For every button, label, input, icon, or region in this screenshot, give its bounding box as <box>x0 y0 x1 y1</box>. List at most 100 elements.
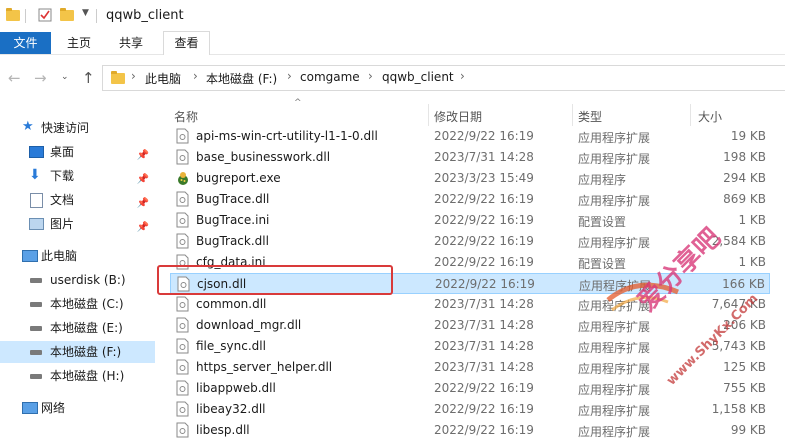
dll-icon <box>176 401 189 417</box>
tab-home[interactable]: 主页 <box>60 32 98 54</box>
sidebar-item-label: 下载 <box>50 169 75 183</box>
file-size: 99 KB <box>730 423 766 437</box>
pin-icon[interactable]: 📌 <box>137 145 149 167</box>
table-row[interactable]: bugreport.exe 2023/3/23 15:49 应用程序 294 KB <box>170 168 770 189</box>
file-name: libappweb.dll <box>196 381 276 395</box>
table-row[interactable]: api-ms-win-crt-utility-l1-1-0.dll 2022/9/… <box>170 126 770 147</box>
file-size: 19 KB <box>730 129 766 143</box>
sidebar-item-quick-access[interactable]: ★ 快速访问 <box>0 117 155 139</box>
table-row[interactable]: libappweb.dll 2022/9/22 16:19 应用程序扩展 755 KB <box>170 378 770 399</box>
breadcrumb-drive-f[interactable]: 本地磁盘 (F:) <box>206 70 277 87</box>
table-row[interactable]: cjson.dll 2022/9/22 16:19 应用程序扩展 166 KB <box>170 273 770 294</box>
file-date: 2022/9/22 16:19 <box>434 381 534 395</box>
sidebar-item-desktop[interactable]: 桌面 📌 <box>0 141 155 163</box>
sidebar-item-drive-h[interactable]: 本地磁盘 (H:) <box>0 365 155 387</box>
table-row[interactable]: cfg_data.ini 2022/9/22 16:19 配置设置 1 KB <box>170 252 770 273</box>
pin-icon[interactable]: 📌 <box>137 217 149 239</box>
column-divider[interactable] <box>690 104 691 126</box>
file-type: 应用程序扩展 <box>578 236 651 250</box>
tab-share[interactable]: 共享 <box>112 32 150 54</box>
tab-file[interactable]: 文件 <box>0 32 51 54</box>
sidebar-item-drive-c[interactable]: 本地磁盘 (C:) <box>0 293 155 315</box>
file-name: common.dll <box>196 297 267 311</box>
table-row[interactable]: BugTrace.ini 2022/9/22 16:19 配置设置 1 KB <box>170 210 770 231</box>
drive-icon <box>30 374 42 379</box>
new-folder-icon[interactable] <box>60 8 74 21</box>
address-bar[interactable]: › 此电脑 › 本地磁盘 (F:) › comgame › qqwb_clien… <box>102 65 785 91</box>
file-type: 配置设置 <box>578 257 627 271</box>
file-name: BugTrace.ini <box>196 213 270 227</box>
sort-ascending-icon: ^ <box>294 98 302 108</box>
breadcrumb-comgame[interactable]: comgame <box>300 70 360 84</box>
file-type: 应用程序 <box>578 173 627 187</box>
breadcrumb-chevron-icon[interactable]: › <box>287 69 292 83</box>
table-row[interactable]: file_sync.dll 2023/7/31 14:28 应用程序扩展 5,743 … <box>170 336 770 357</box>
sidebar-item-drive-b[interactable]: userdisk (B:) <box>0 269 155 291</box>
file-name: bugreport.exe <box>196 171 281 185</box>
customize-toolbar-icon[interactable]: ▼ <box>82 8 89 24</box>
drive-icon <box>30 278 42 283</box>
file-name: download_mgr.dll <box>196 318 302 332</box>
column-header-date[interactable]: 修改日期 <box>434 108 482 125</box>
column-header-name[interactable]: 名称 <box>174 108 198 125</box>
file-size: 1,158 KB <box>711 402 766 416</box>
table-row[interactable]: https_server_helper.dll 2023/7/31 14:28 应用… <box>170 357 770 378</box>
drive-icon <box>30 350 42 355</box>
sidebar-item-documents[interactable]: 文档 📌 <box>0 189 155 211</box>
file-name: cjson.dll <box>197 277 247 291</box>
properties-icon[interactable] <box>38 8 52 22</box>
sidebar-item-label: 桌面 <box>50 145 75 159</box>
sidebar-item-downloads[interactable]: ⬇ 下载 📌 <box>0 165 155 187</box>
sidebar-item-label: 本地磁盘 (H:) <box>50 369 125 383</box>
table-row[interactable]: base_businesswork.dll 2023/7/31 14:28 应用程序… <box>170 147 770 168</box>
sidebar-item-this-pc[interactable]: 此电脑 <box>0 245 155 267</box>
table-row[interactable]: BugTrace.dll 2022/9/22 16:19 应用程序扩展 869 KB <box>170 189 770 210</box>
file-date: 2022/9/22 16:19 <box>434 213 534 227</box>
file-date: 2023/7/31 14:28 <box>434 150 534 164</box>
table-row[interactable]: download_mgr.dll 2023/7/31 14:28 应用程序扩展 206… <box>170 315 770 336</box>
column-divider[interactable] <box>428 104 429 126</box>
dll-icon <box>176 233 189 249</box>
file-size: 294 KB <box>723 171 766 185</box>
table-row[interactable]: libeay32.dll 2022/9/22 16:19 应用程序扩展 1,158 K… <box>170 399 770 420</box>
file-name: libesp.dll <box>196 423 250 437</box>
dll-icon <box>176 191 189 207</box>
network-icon <box>22 402 38 414</box>
file-size: 198 KB <box>723 150 766 164</box>
sidebar-item-network[interactable]: 网络 <box>0 397 155 419</box>
column-header-size[interactable]: 大小 <box>698 108 722 125</box>
breadcrumb-this-pc[interactable]: 此电脑 <box>145 70 181 87</box>
sidebar-item-label: 本地磁盘 (E:) <box>50 321 123 335</box>
table-row[interactable]: common.dll 2023/7/31 14:28 应用程序扩展 7,647 KB <box>170 294 770 315</box>
file-size: 7,647 KB <box>711 297 766 311</box>
column-header-type[interactable]: 类型 <box>578 108 602 125</box>
recent-locations-chevron-icon[interactable]: ⌄ <box>61 72 69 82</box>
file-date: 2022/9/22 16:19 <box>434 255 534 269</box>
sidebar-item-drive-e[interactable]: 本地磁盘 (E:) <box>0 317 155 339</box>
breadcrumb-chevron-icon[interactable]: › <box>368 69 373 83</box>
file-name: api-ms-win-crt-utility-l1-1-0.dll <box>196 129 378 143</box>
table-row[interactable]: BugTrack.dll 2022/9/22 16:19 应用程序扩展 2,584 K… <box>170 231 770 252</box>
sidebar-item-drive-f[interactable]: 本地磁盘 (F:) <box>0 341 155 363</box>
pictures-icon <box>29 218 44 230</box>
up-arrow-icon[interactable]: ↑ <box>82 69 95 87</box>
pin-icon[interactable]: 📌 <box>137 169 149 191</box>
column-divider[interactable] <box>572 104 573 126</box>
dll-icon <box>176 296 189 312</box>
dll-icon <box>176 317 189 333</box>
pin-icon[interactable]: 📌 <box>137 193 149 215</box>
sidebar-item-pictures[interactable]: 图片 📌 <box>0 213 155 235</box>
file-date: 2023/7/31 14:28 <box>434 339 534 353</box>
breadcrumb-qqwb-client[interactable]: qqwb_client <box>382 70 454 84</box>
breadcrumb-chevron-icon[interactable]: › <box>193 69 198 83</box>
breadcrumb-chevron-icon[interactable]: › <box>131 69 136 83</box>
file-size: 2,584 KB <box>711 234 766 248</box>
file-type: 应用程序扩展 <box>578 320 651 334</box>
file-name: cfg_data.ini <box>196 255 266 269</box>
back-arrow-icon[interactable]: ← <box>8 69 21 87</box>
dll-icon <box>176 422 189 438</box>
tab-view[interactable]: 查看 <box>163 31 210 56</box>
file-date: 2022/9/22 16:19 <box>434 192 534 206</box>
breadcrumb-chevron-icon[interactable]: › <box>460 69 465 83</box>
forward-arrow-icon[interactable]: → <box>34 69 47 87</box>
